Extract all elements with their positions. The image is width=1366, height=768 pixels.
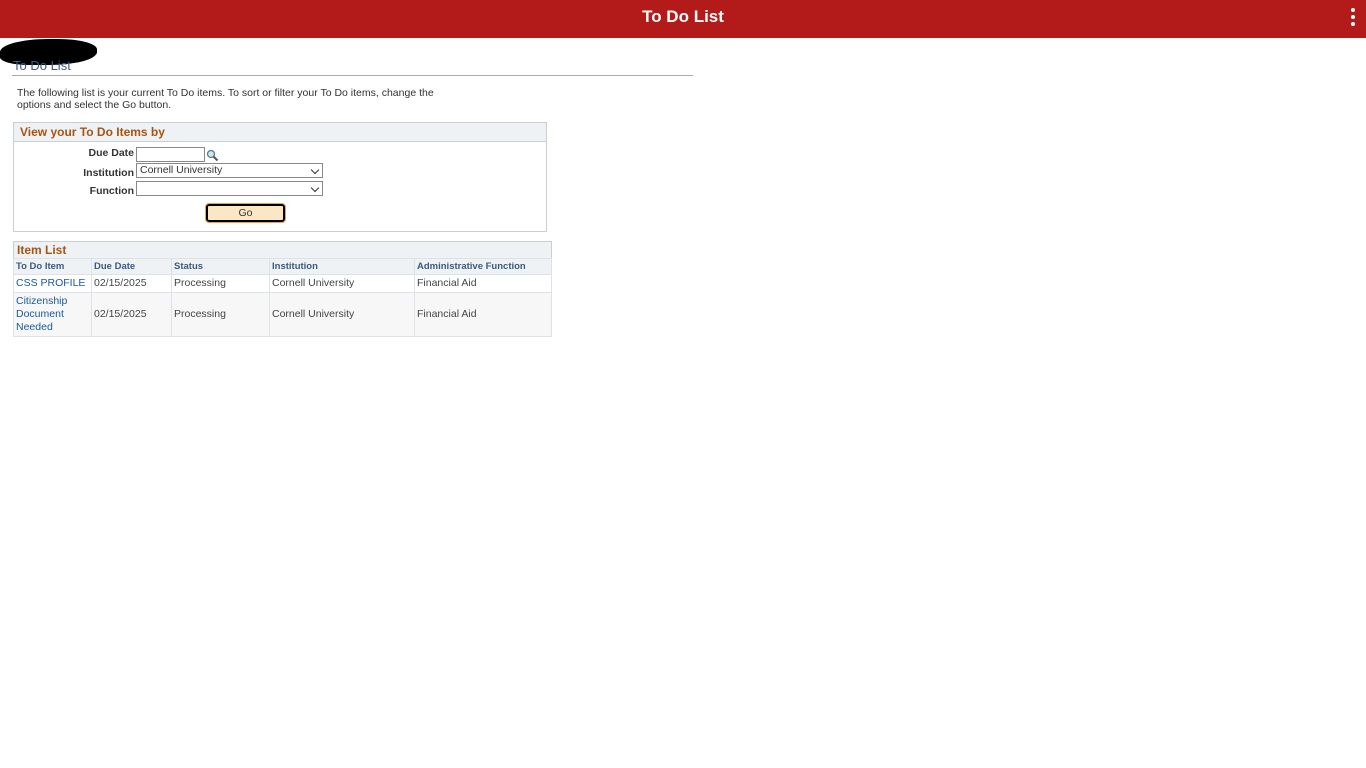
due-date-cell: 02/15/2025 (91, 274, 172, 293)
header-bar: To Do List (0, 0, 1366, 38)
function-select[interactable] (136, 181, 323, 196)
filter-panel-title: View your To Do Items by (14, 123, 546, 142)
table-row: Citizenship Document Needed 02/15/2025 P… (13, 292, 552, 337)
function-cell: Financial Aid (414, 292, 552, 337)
item-list-table: Item List To Do Item Due Date Status Ins… (13, 241, 552, 337)
todo-item-link[interactable]: CSS PROFILE (16, 277, 85, 289)
institution-label: Institution (83, 167, 134, 179)
lookup-search-icon[interactable] (206, 149, 219, 162)
due-date-label: Due Date (88, 147, 134, 159)
instructions-text: The following list is your current To Do… (17, 87, 434, 111)
divider (12, 75, 693, 76)
function-label: Function (89, 185, 134, 197)
kebab-menu-icon[interactable] (1350, 8, 1356, 28)
institution-cell: Cornell University (269, 292, 415, 337)
status-cell: Processing (171, 274, 270, 293)
column-header[interactable]: Due Date (91, 258, 172, 275)
function-cell: Financial Aid (414, 274, 552, 293)
column-header[interactable]: Institution (269, 258, 415, 275)
due-date-input[interactable] (136, 147, 205, 162)
table-header-row: To Do Item Due Date Status Institution A… (13, 258, 552, 275)
column-header[interactable]: Administrative Function (414, 258, 552, 275)
due-date-cell: 02/15/2025 (91, 292, 172, 337)
column-header[interactable]: Status (171, 258, 270, 275)
status-cell: Processing (171, 292, 270, 337)
table-row: CSS PROFILE 02/15/2025 Processing Cornel… (13, 274, 552, 293)
breadcrumb: To Do List (13, 58, 71, 73)
item-list-title: Item List (13, 241, 552, 258)
filter-panel: View your To Do Items by Due Date Instit… (13, 122, 547, 232)
todo-item-link[interactable]: Citizenship Document Needed (16, 295, 67, 333)
page-header-title: To Do List (642, 7, 724, 26)
institution-value: Cornell University (140, 164, 223, 176)
go-button[interactable]: Go (205, 203, 286, 223)
institution-select[interactable]: Cornell University (136, 163, 323, 178)
column-header[interactable]: To Do Item (13, 258, 92, 275)
institution-cell: Cornell University (269, 274, 415, 293)
